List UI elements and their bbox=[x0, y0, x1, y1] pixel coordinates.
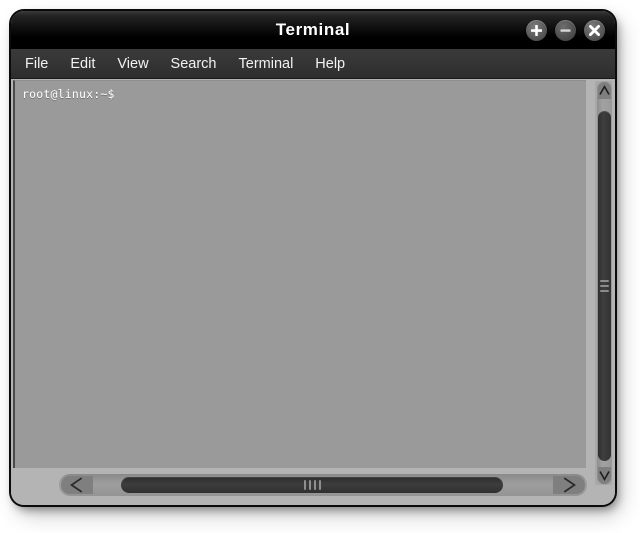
shell-prompt: root@linux:~$ bbox=[22, 87, 115, 101]
menu-item-file[interactable]: File bbox=[25, 56, 48, 72]
terminal-output-area[interactable]: root@linux:~$ bbox=[13, 80, 586, 468]
chevron-up-icon[interactable] bbox=[598, 82, 611, 99]
menu-item-edit[interactable]: Edit bbox=[70, 56, 95, 72]
horizontal-scrollbar[interactable] bbox=[59, 474, 587, 496]
window-title: Terminal bbox=[275, 20, 351, 39]
window-body: root@linux:~$ bbox=[11, 80, 615, 505]
menu-bar: File Edit View Search Terminal Help bbox=[11, 49, 615, 79]
menu-item-view[interactable]: View bbox=[117, 56, 148, 72]
minimize-button[interactable] bbox=[555, 20, 576, 41]
chevron-right-icon[interactable] bbox=[553, 476, 585, 494]
chevron-down-icon[interactable] bbox=[598, 467, 611, 484]
menu-item-search[interactable]: Search bbox=[171, 56, 217, 72]
menu-item-help[interactable]: Help bbox=[315, 56, 345, 72]
chevron-left-icon[interactable] bbox=[61, 476, 93, 494]
menu-item-terminal[interactable]: Terminal bbox=[239, 56, 294, 72]
close-button[interactable] bbox=[584, 20, 605, 41]
vertical-scrollbar-thumb[interactable] bbox=[598, 111, 611, 461]
title-bar[interactable]: Terminal bbox=[11, 11, 615, 49]
maximize-button[interactable] bbox=[526, 20, 547, 41]
terminal-window: Terminal File Edit View Search Terminal … bbox=[11, 11, 615, 505]
vertical-scrollbar[interactable] bbox=[595, 81, 612, 485]
horizontal-scrollbar-thumb[interactable] bbox=[121, 477, 503, 493]
